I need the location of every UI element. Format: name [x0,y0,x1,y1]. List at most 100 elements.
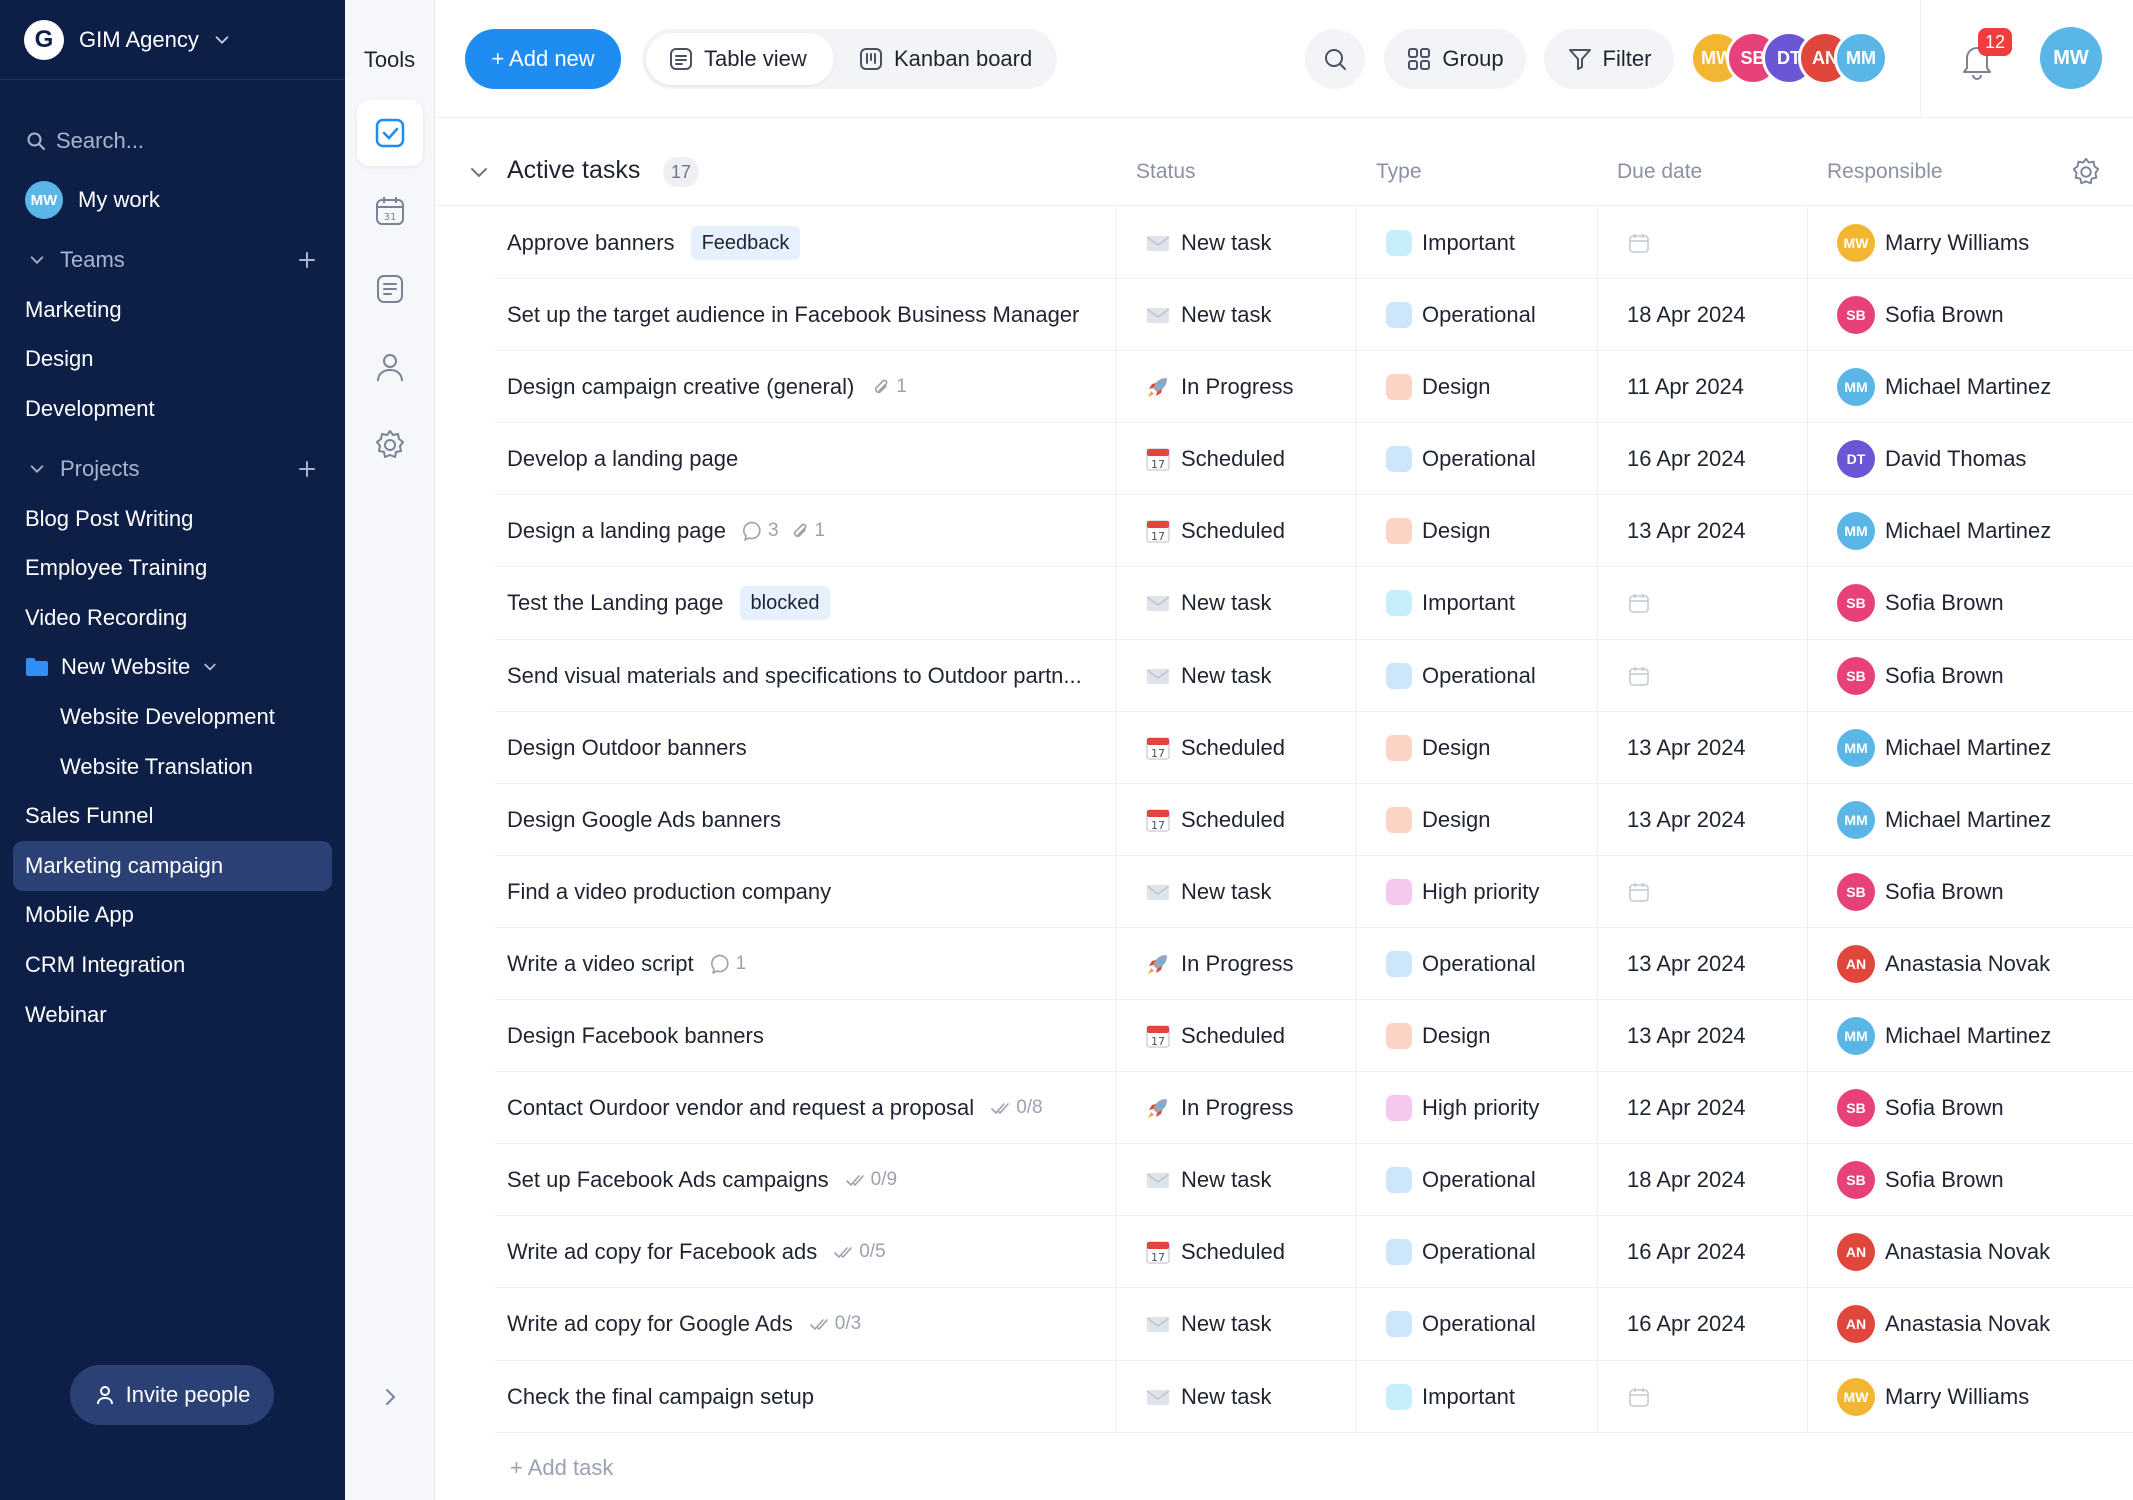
chevron-down-icon[interactable] [468,161,490,183]
due-date-cell[interactable] [1597,855,1807,928]
comment-count[interactable]: 1 [710,953,746,975]
task-name-cell[interactable]: Contact Ourdoor vendor and request a pro… [507,1072,1107,1144]
responsible-cell[interactable]: MW Marry Williams [1807,207,2133,279]
responsible-cell[interactable]: MM Michael Martinez [1807,783,2133,856]
task-name-cell[interactable]: Set up the target audience in Facebook B… [507,279,1107,351]
sidebar-item-video-recording[interactable]: Video Recording [0,593,345,643]
task-name-cell[interactable]: Write ad copy for Google Ads 0/3 [507,1288,1107,1360]
responsible-cell[interactable]: SB Sofia Brown [1807,855,2133,928]
filter-button[interactable]: Filter [1544,29,1674,89]
status-cell[interactable]: In Progress [1116,1072,1356,1145]
due-date-cell[interactable] [1597,567,1807,640]
responsible-cell[interactable]: MM Michael Martinez [1807,351,2133,424]
responsible-cell[interactable]: MW Marry Williams [1807,1360,2133,1433]
table-row[interactable]: Set up the target audience in Facebook B… [495,279,2133,352]
sidebar-search[interactable]: Search... [0,80,345,175]
due-date-cell[interactable]: 13 Apr 2024 [1597,495,1807,568]
table-row[interactable]: Approve banners Feedback New task Important… [495,207,2133,280]
status-cell[interactable]: 17 Scheduled [1116,1216,1356,1289]
status-cell[interactable]: In Progress [1116,927,1356,1000]
subtask-progress[interactable]: 0/3 [809,1313,861,1335]
type-cell[interactable]: Design [1356,783,1597,856]
due-date-cell[interactable] [1597,207,1807,279]
sidebar-item-webinar[interactable]: Webinar [0,990,345,1040]
table-row[interactable]: Design a landing page 3 1 17 Scheduled Design… [495,495,2133,568]
sidebar-item-my-work[interactable]: MW My work [0,175,345,225]
sidebar-item-marketing[interactable]: Marketing [0,285,345,335]
task-name-cell[interactable]: Send visual materials and specifications… [507,640,1107,712]
responsible-cell[interactable]: MM Michael Martinez [1807,1000,2133,1073]
calendar-icon[interactable] [1627,231,1651,255]
status-cell[interactable]: 17 Scheduled [1116,1000,1356,1073]
task-name-cell[interactable]: Check the final campaign setup [507,1361,1107,1433]
responsible-cell[interactable]: MM Michael Martinez [1807,711,2133,784]
responsible-cell[interactable]: AN Anastasia Novak [1807,1216,2133,1289]
table-row[interactable]: Find a video production company New task H… [495,855,2133,928]
type-cell[interactable]: Important [1356,1360,1597,1433]
subtask-progress[interactable]: 0/9 [845,1169,897,1191]
table-row[interactable]: Write ad copy for Google Ads 0/3 New task O… [495,1288,2133,1361]
workspace-switcher[interactable]: G GIM Agency [0,0,345,80]
table-row[interactable]: Develop a landing page 17 Scheduled Operati… [495,423,2133,496]
sidebar-item-blog-post-writing[interactable]: Blog Post Writing [0,494,345,544]
type-cell[interactable]: High priority [1356,1072,1597,1145]
due-date-cell[interactable]: 18 Apr 2024 [1597,1144,1807,1217]
due-date-cell[interactable]: 16 Apr 2024 [1597,423,1807,496]
add-project-icon[interactable] [297,459,317,479]
type-cell[interactable]: Important [1356,567,1597,640]
settings-icon[interactable] [2070,156,2102,188]
task-name-cell[interactable]: Develop a landing page [507,423,1107,495]
status-cell[interactable]: New task [1116,639,1356,712]
responsible-cell[interactable]: SB Sofia Brown [1807,567,2133,640]
type-cell[interactable]: High priority [1356,855,1597,928]
table-row[interactable]: Design Outdoor banners 17 Scheduled Design 1… [495,711,2133,784]
column-header-type[interactable]: Type [1376,160,1422,184]
status-cell[interactable]: New task [1116,855,1356,928]
tool-notes[interactable] [357,256,423,322]
due-date-cell[interactable]: 13 Apr 2024 [1597,1000,1807,1073]
calendar-icon[interactable] [1627,591,1651,615]
responsible-cell[interactable]: DT David Thomas [1807,423,2133,496]
status-cell[interactable]: 17 Scheduled [1116,423,1356,496]
task-name-cell[interactable]: Write a video script 1 [507,928,1107,1000]
responsible-cell[interactable]: SB Sofia Brown [1807,1144,2133,1217]
column-header-responsible[interactable]: Responsible [1827,160,1943,184]
group-button[interactable]: Group [1384,29,1526,89]
status-cell[interactable]: In Progress [1116,351,1356,424]
subtask-progress[interactable]: 0/5 [833,1241,886,1263]
table-row[interactable]: Send visual materials and specifications… [495,639,2133,712]
responsible-cell[interactable]: AN Anastasia Novak [1807,1288,2133,1361]
add-team-icon[interactable] [297,250,317,270]
task-tag[interactable]: blocked [739,586,831,621]
table-row[interactable]: Set up Facebook Ads campaigns 0/9 New task… [495,1144,2133,1217]
sidebar-item-employee-training[interactable]: Employee Training [0,543,345,593]
due-date-cell[interactable]: 12 Apr 2024 [1597,1072,1807,1145]
sidebar-item-sales-funnel[interactable]: Sales Funnel [0,791,345,841]
type-cell[interactable]: Operational [1356,1288,1597,1361]
status-cell[interactable]: 17 Scheduled [1116,783,1356,856]
kanban-board-tab[interactable]: Kanban board [838,33,1053,85]
add-task-button[interactable]: + Add task [510,1455,613,1481]
status-cell[interactable]: 17 Scheduled [1116,711,1356,784]
type-cell[interactable]: Important [1356,207,1597,279]
due-date-cell[interactable]: 13 Apr 2024 [1597,783,1807,856]
search-button[interactable] [1305,29,1365,89]
task-tag[interactable]: Feedback [690,226,801,260]
task-name-cell[interactable]: Approve banners Feedback [507,207,1107,279]
calendar-icon[interactable] [1627,664,1651,688]
table-row[interactable]: Test the Landing page blocked New task Impo… [495,567,2133,640]
task-name-cell[interactable]: Set up Facebook Ads campaigns 0/9 [507,1144,1107,1216]
task-name-cell[interactable]: Write ad copy for Facebook ads 0/5 [507,1216,1107,1288]
due-date-cell[interactable]: 11 Apr 2024 [1597,351,1807,424]
task-name-cell[interactable]: Find a video production company [507,856,1107,928]
sidebar-item-crm-integration[interactable]: CRM Integration [0,940,345,990]
subtask-progress[interactable]: 0/8 [990,1097,1043,1119]
due-date-cell[interactable]: 13 Apr 2024 [1597,927,1807,1000]
sidebar-item-website-development[interactable]: Website Development [0,692,345,742]
attachment-count[interactable]: 1 [870,376,907,398]
sidebar-item-development[interactable]: Development [0,384,345,434]
type-cell[interactable]: Design [1356,1000,1597,1073]
projects-header[interactable]: Projects [0,444,345,494]
type-cell[interactable]: Design [1356,711,1597,784]
due-date-cell[interactable]: 16 Apr 2024 [1597,1216,1807,1289]
